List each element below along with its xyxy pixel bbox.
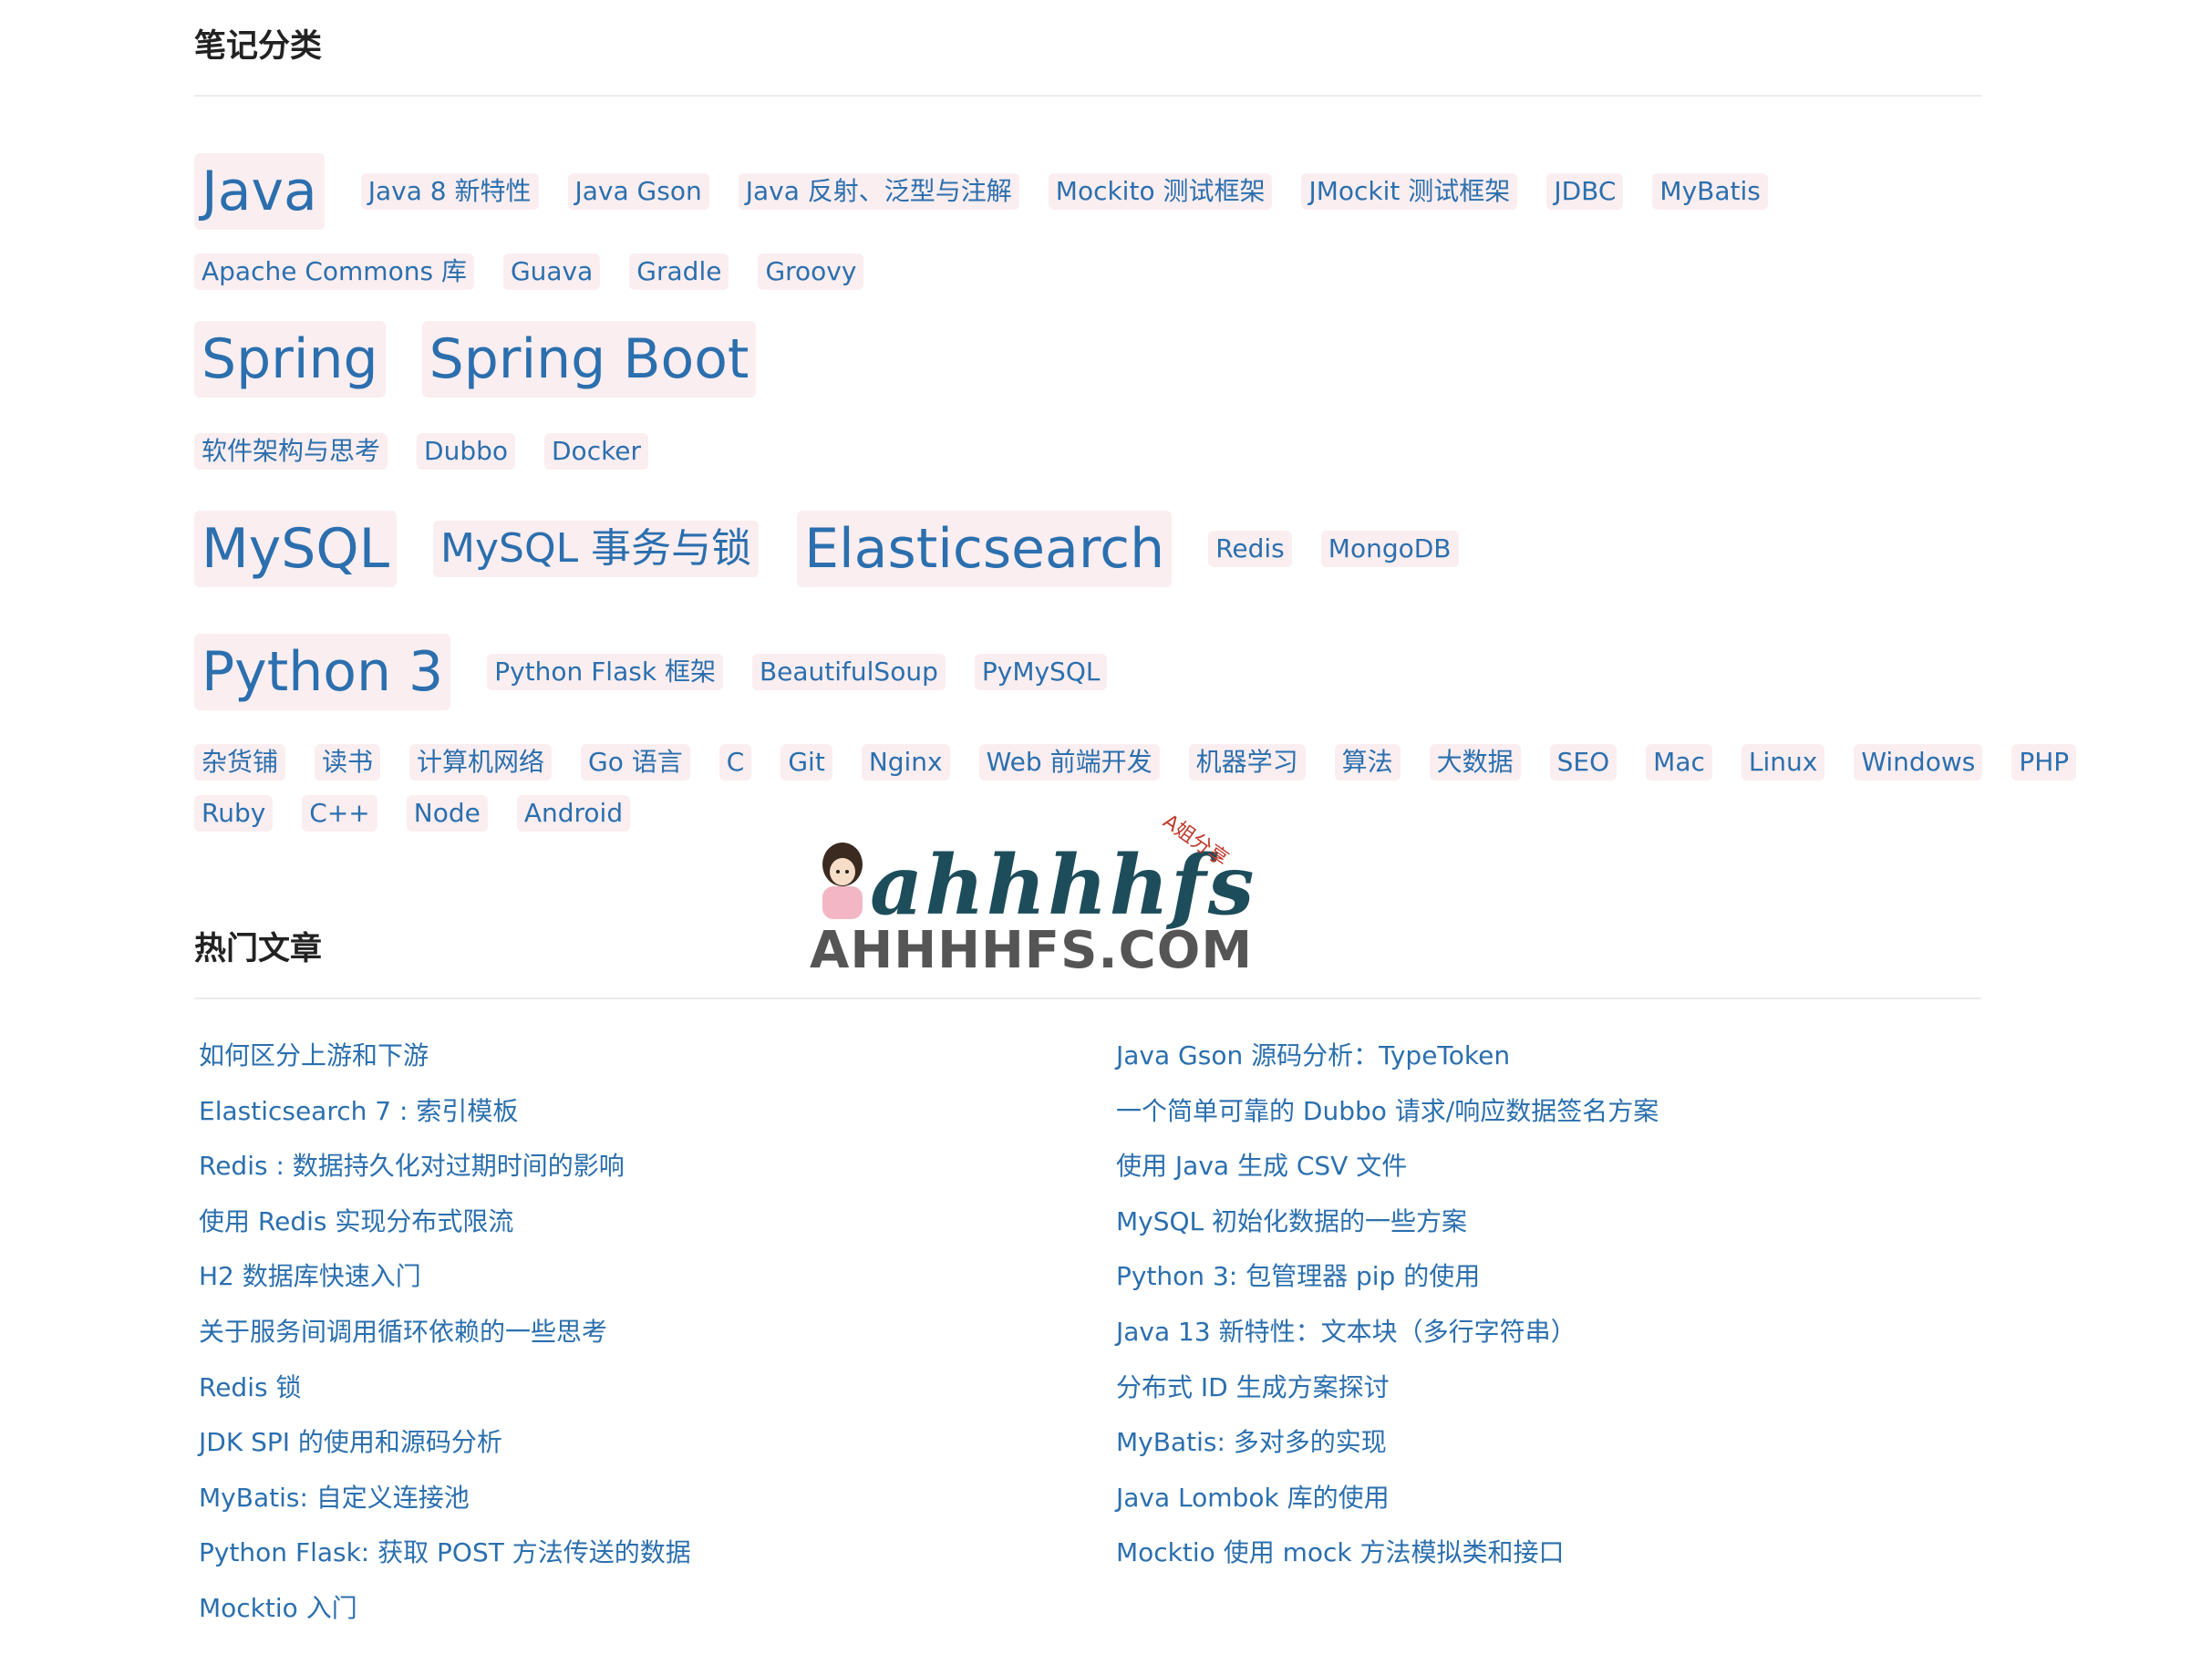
articles-right-column: Java Gson 源码分析：TypeToken 一个简单可靠的 Dubbo 请求… — [1116, 1038, 1659, 1590]
girl-avatar-icon — [822, 843, 863, 919]
category-tag[interactable]: MyBatis — [1652, 173, 1768, 210]
category-tag[interactable]: Python 3 — [194, 634, 451, 710]
article-link[interactable]: Redis : 数据持久化对过期时间的影响 — [199, 1148, 691, 1204]
category-tag[interactable]: PHP — [2011, 744, 2077, 781]
article-link[interactable]: MyBatis: 自定义连接池 — [199, 1480, 691, 1536]
tag-row: 杂货铺 读书 计算机网络 Go 语言 C Git Nginx Web 前端开发 机器学习 算法 大数… — [194, 744, 2105, 781]
category-tag[interactable]: Node — [406, 795, 488, 832]
category-tag[interactable]: JDBC — [1546, 173, 1624, 210]
category-tag[interactable]: Groovy — [758, 253, 864, 290]
category-tag[interactable]: JMockit 测试框架 — [1301, 173, 1518, 210]
watermark-domain: AHHHHFS.COM — [810, 921, 1254, 980]
category-tag[interactable]: 杂货铺 — [194, 744, 286, 781]
category-tag[interactable]: C — [718, 744, 752, 781]
article-link[interactable]: Java 13 新特性：文本块（多行字符串） — [1116, 1314, 1659, 1370]
article-link[interactable]: Python Flask: 获取 POST 方法传送的数据 — [199, 1535, 691, 1590]
category-tag[interactable]: 读书 — [315, 744, 381, 781]
watermark-logo: ahhhhfs A姐分享 AHHHHFS.COM — [810, 811, 1254, 985]
category-tag[interactable]: Apache Commons 库 — [194, 253, 474, 290]
category-tag[interactable]: Gradle — [629, 253, 729, 290]
tag-row: Java Java 8 新特性 Java Gson Java 反射、泛型与注解 Mock… — [194, 153, 1797, 230]
category-tag[interactable]: 机器学习 — [1188, 744, 1306, 781]
category-tag[interactable]: Java 反射、泛型与注解 — [738, 173, 1019, 210]
tag-row: 软件架构与思考 Dubbo Docker — [194, 433, 677, 470]
category-tag[interactable]: Mac — [1646, 744, 1712, 781]
article-link[interactable]: Python 3: 包管理器 pip 的使用 — [1116, 1258, 1659, 1314]
category-tag[interactable]: PyMySQL — [974, 654, 1108, 690]
category-tag[interactable]: Redis — [1208, 531, 1292, 567]
category-tag[interactable]: Dubbo — [417, 433, 515, 470]
article-link[interactable]: Mocktio 使用 mock 方法模拟类和接口 — [1116, 1535, 1659, 1590]
category-tag[interactable]: Guava — [502, 253, 601, 290]
popular-title: 热门文章 — [194, 931, 323, 967]
category-tag[interactable]: Git — [780, 744, 832, 781]
article-link[interactable]: 一个简单可靠的 Dubbo 请求/响应数据签名方案 — [1116, 1093, 1659, 1149]
category-tag[interactable]: Windows — [1854, 744, 1983, 781]
article-link[interactable]: 如何区分上游和下游 — [199, 1038, 691, 1093]
categories-title: 笔记分类 — [194, 28, 323, 65]
category-tag[interactable]: Android — [516, 795, 631, 832]
category-tag[interactable]: Go 语言 — [581, 744, 690, 781]
category-tag[interactable]: Ruby — [194, 795, 274, 832]
article-link[interactable]: 关于服务间调用循环依赖的一些思考 — [199, 1314, 691, 1370]
article-link[interactable]: JDK SPI 的使用和源码分析 — [199, 1424, 691, 1480]
article-link[interactable]: 使用 Redis 实现分布式限流 — [199, 1204, 691, 1259]
page: 笔记分类 Java Java 8 新特性 Java Gson Java 反射、泛型与注… — [0, 0, 2212, 1665]
category-tag[interactable]: 计算机网络 — [409, 744, 553, 781]
article-link[interactable]: 使用 Java 生成 CSV 文件 — [1116, 1148, 1659, 1204]
tag-row: MySQL MySQL 事务与锁 Elasticsearch Redis MongoDB — [194, 511, 1488, 587]
category-tag[interactable]: Spring Boot — [421, 321, 757, 398]
article-link[interactable]: H2 数据库快速入门 — [199, 1258, 691, 1314]
category-tag[interactable]: Linux — [1741, 744, 1825, 781]
article-link[interactable]: Redis 锁 — [199, 1370, 691, 1425]
category-tag[interactable]: MongoDB — [1320, 531, 1459, 567]
tag-row: Ruby C++ Node Android — [194, 795, 659, 832]
category-tag[interactable]: MySQL 事务与锁 — [433, 520, 760, 578]
tag-row: Spring Spring Boot — [194, 321, 792, 398]
category-tag[interactable]: Spring — [194, 321, 386, 398]
category-tag[interactable]: Nginx — [861, 744, 950, 781]
article-link[interactable]: Java Lombok 库的使用 — [1116, 1480, 1659, 1536]
popular-divider — [194, 998, 1981, 999]
category-tag[interactable]: Web 前端开发 — [978, 744, 1160, 781]
article-link[interactable]: MySQL 初始化数据的一些方案 — [1116, 1204, 1659, 1259]
category-tag[interactable]: 大数据 — [1429, 744, 1521, 781]
category-tag[interactable]: 软件架构与思考 — [194, 433, 388, 470]
categories-divider — [194, 95, 1981, 97]
category-tag[interactable]: Python Flask 框架 — [487, 654, 723, 690]
article-link[interactable]: Elasticsearch 7 : 索引模板 — [199, 1093, 691, 1149]
articles-left-column: 如何区分上游和下游 Elasticsearch 7 : 索引模板 Redis : 数… — [199, 1038, 691, 1646]
category-tag[interactable]: MySQL — [194, 511, 398, 587]
category-tag[interactable]: Java — [194, 153, 325, 230]
article-link[interactable]: 分布式 ID 生成方案探讨 — [1116, 1370, 1659, 1425]
category-tag[interactable]: Elasticsearch — [797, 511, 1173, 587]
category-tag[interactable]: Java Gson — [567, 173, 709, 210]
category-tag[interactable]: 算法 — [1334, 744, 1401, 781]
article-link[interactable]: Mocktio 入门 — [199, 1590, 691, 1646]
category-tag[interactable]: Java 8 新特性 — [360, 173, 539, 210]
article-link[interactable]: Java Gson 源码分析：TypeToken — [1116, 1038, 1659, 1093]
category-tag[interactable]: Mockito 测试框架 — [1048, 173, 1273, 210]
category-tag[interactable]: BeautifulSoup — [751, 654, 946, 690]
tag-row: Python 3 Python Flask 框架 BeautifulSoup PyMy… — [194, 634, 1136, 710]
category-tag[interactable]: SEO — [1549, 744, 1618, 781]
category-tag[interactable]: Docker — [544, 433, 649, 470]
article-link[interactable]: MyBatis: 多对多的实现 — [1116, 1424, 1659, 1480]
tag-row: Apache Commons 库 Guava Gradle Groovy — [194, 253, 893, 290]
category-tag[interactable]: C++ — [302, 795, 377, 832]
